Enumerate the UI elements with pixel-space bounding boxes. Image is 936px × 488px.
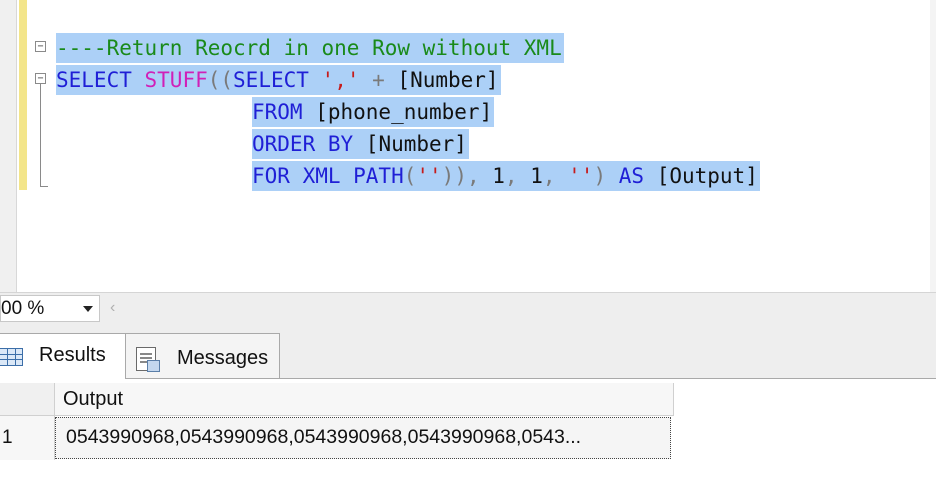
code-token: , xyxy=(504,164,531,188)
zoom-bar: 00 % ‹ xyxy=(0,292,936,326)
code-token: ( xyxy=(403,164,417,188)
results-grid-icon xyxy=(0,348,23,366)
collapse-comment-icon[interactable]: − xyxy=(35,41,46,52)
table-cell-output[interactable]: 0543990968,0543990968,0543990968,0543990… xyxy=(55,417,671,459)
zoom-dropdown[interactable]: 00 % xyxy=(0,295,100,322)
code-token: ORDER BY xyxy=(252,132,366,156)
collapse-select-icon[interactable]: − xyxy=(35,73,46,84)
tab-results-label: Results xyxy=(39,344,106,366)
code-token: FOR XML PATH xyxy=(252,164,404,188)
code-line-3[interactable]: FROM [phone_number] xyxy=(252,97,495,127)
code-line-5[interactable]: FOR XML PATH('')), 1, 1, '') AS [Output] xyxy=(252,161,760,191)
zoom-value: 00 % xyxy=(1,298,45,319)
grid-corner[interactable] xyxy=(0,383,55,416)
code-token: '' xyxy=(568,164,594,188)
code-token: SELECT xyxy=(56,68,145,92)
code-token: ',' xyxy=(321,68,360,92)
code-token: [Number] xyxy=(397,68,499,92)
code-line-4[interactable]: ORDER BY [Number] xyxy=(252,129,469,159)
code-token: '' xyxy=(416,164,442,188)
tab-results[interactable]: Results xyxy=(0,333,126,379)
tab-messages-label: Messages xyxy=(177,347,269,369)
code-token: + xyxy=(359,68,398,92)
code-token: 1 xyxy=(530,164,543,188)
code-token: STUFF xyxy=(144,68,208,92)
code-token: SELECT xyxy=(233,68,322,92)
row-number: 1 xyxy=(2,427,13,448)
code-token: ----Return Reocrd in one Row without XML xyxy=(56,36,562,60)
code-token: [phone_number] xyxy=(315,100,493,124)
messages-icon xyxy=(136,347,160,372)
code-line-2[interactable]: SELECT STUFF((SELECT ',' + [Number] xyxy=(56,65,501,95)
row-header-1[interactable]: 1 xyxy=(0,416,55,460)
code-token: 1 xyxy=(492,164,505,188)
results-grid[interactable]: Output 1 0543990968,0543990968,054399096… xyxy=(0,379,936,488)
cell-value: 0543990968,0543990968,0543990968,0543990… xyxy=(66,426,582,448)
code-token: FROM xyxy=(252,100,316,124)
code-token: (( xyxy=(207,68,234,92)
code-token: [Number] xyxy=(365,132,467,156)
column-header-label: Output xyxy=(63,388,124,410)
code-token: )), xyxy=(441,164,493,188)
chevron-down-icon[interactable] xyxy=(83,306,93,312)
code-token: ) xyxy=(593,164,619,188)
query-editor[interactable]: − − ----Return Reocrd in one Row without… xyxy=(0,0,936,292)
column-header-output[interactable]: Output xyxy=(55,383,674,416)
scroll-left-icon[interactable]: ‹ xyxy=(110,299,115,317)
fold-guide-line xyxy=(40,84,41,186)
editor-left-margin xyxy=(0,0,17,292)
change-tracking-bar xyxy=(19,0,27,190)
code-token: AS xyxy=(618,164,657,188)
code-line-1[interactable]: ----Return Reocrd in one Row without XML xyxy=(56,33,564,63)
results-tabstrip: Results Messages xyxy=(0,325,936,379)
code-token: [Output] xyxy=(656,164,758,188)
fold-guide-end xyxy=(40,186,48,187)
editor-vertical-scrollbar[interactable] xyxy=(930,0,936,292)
tab-messages[interactable]: Messages xyxy=(125,333,280,378)
code-token: , xyxy=(542,164,569,188)
